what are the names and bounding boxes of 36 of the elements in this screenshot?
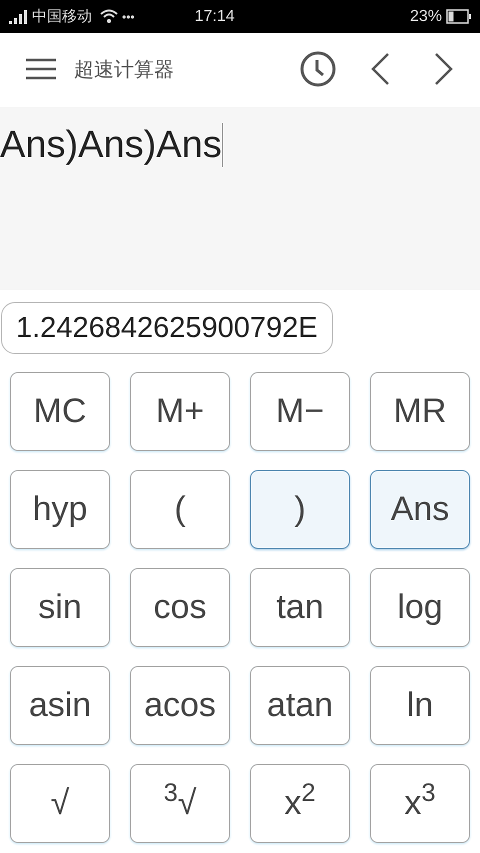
calculator-key[interactable]: sin [10,568,110,647]
menu-icon[interactable] [26,58,56,80]
calculator-key[interactable]: asin [10,666,110,745]
calculator-key[interactable]: √ [10,764,110,843]
battery-percent: 23% [410,6,442,26]
calculator-key[interactable]: M+ [130,372,230,451]
calculator-key[interactable]: x$^{3}$ [370,764,470,843]
signal-icon [8,8,30,24]
calculator-key[interactable]: Ans [370,470,470,549]
calculator-key[interactable]: hyp [10,470,110,549]
wifi-icon [100,9,118,24]
calculator-key[interactable]: ) [250,470,350,549]
clock-time: 17:14 [194,6,235,26]
calculator-key[interactable]: x$^{2}$ [250,764,350,843]
calculator-key[interactable]: acos [130,666,230,745]
calculator-key[interactable]: cos [130,568,230,647]
text-cursor [222,123,223,167]
calculator-key[interactable]: tan [250,568,350,647]
expression-display[interactable]: Ans)Ans)Ans [0,107,480,290]
back-icon[interactable] [370,52,390,86]
battery-icon [446,9,472,24]
calculator-key[interactable]: ln [370,666,470,745]
calculator-key[interactable]: atan [250,666,350,745]
calculator-key[interactable]: MC [10,372,110,451]
calculator-key[interactable]: M− [250,372,350,451]
more-indicator: ••• [122,8,135,26]
carrier-name: 中国移动 [32,6,92,28]
history-icon[interactable] [300,51,336,87]
result-display: 1.2426842625900792E [1,302,333,354]
app-title: 超速计算器 [74,56,174,83]
calculator-key[interactable]: log [370,568,470,647]
expression-text: Ans)Ans)Ans [0,123,222,167]
calculator-key[interactable]: ( [130,470,230,549]
calculator-key[interactable]: $^{3}$√ [130,764,230,843]
forward-icon[interactable] [434,52,454,86]
calculator-key[interactable]: MR [370,372,470,451]
